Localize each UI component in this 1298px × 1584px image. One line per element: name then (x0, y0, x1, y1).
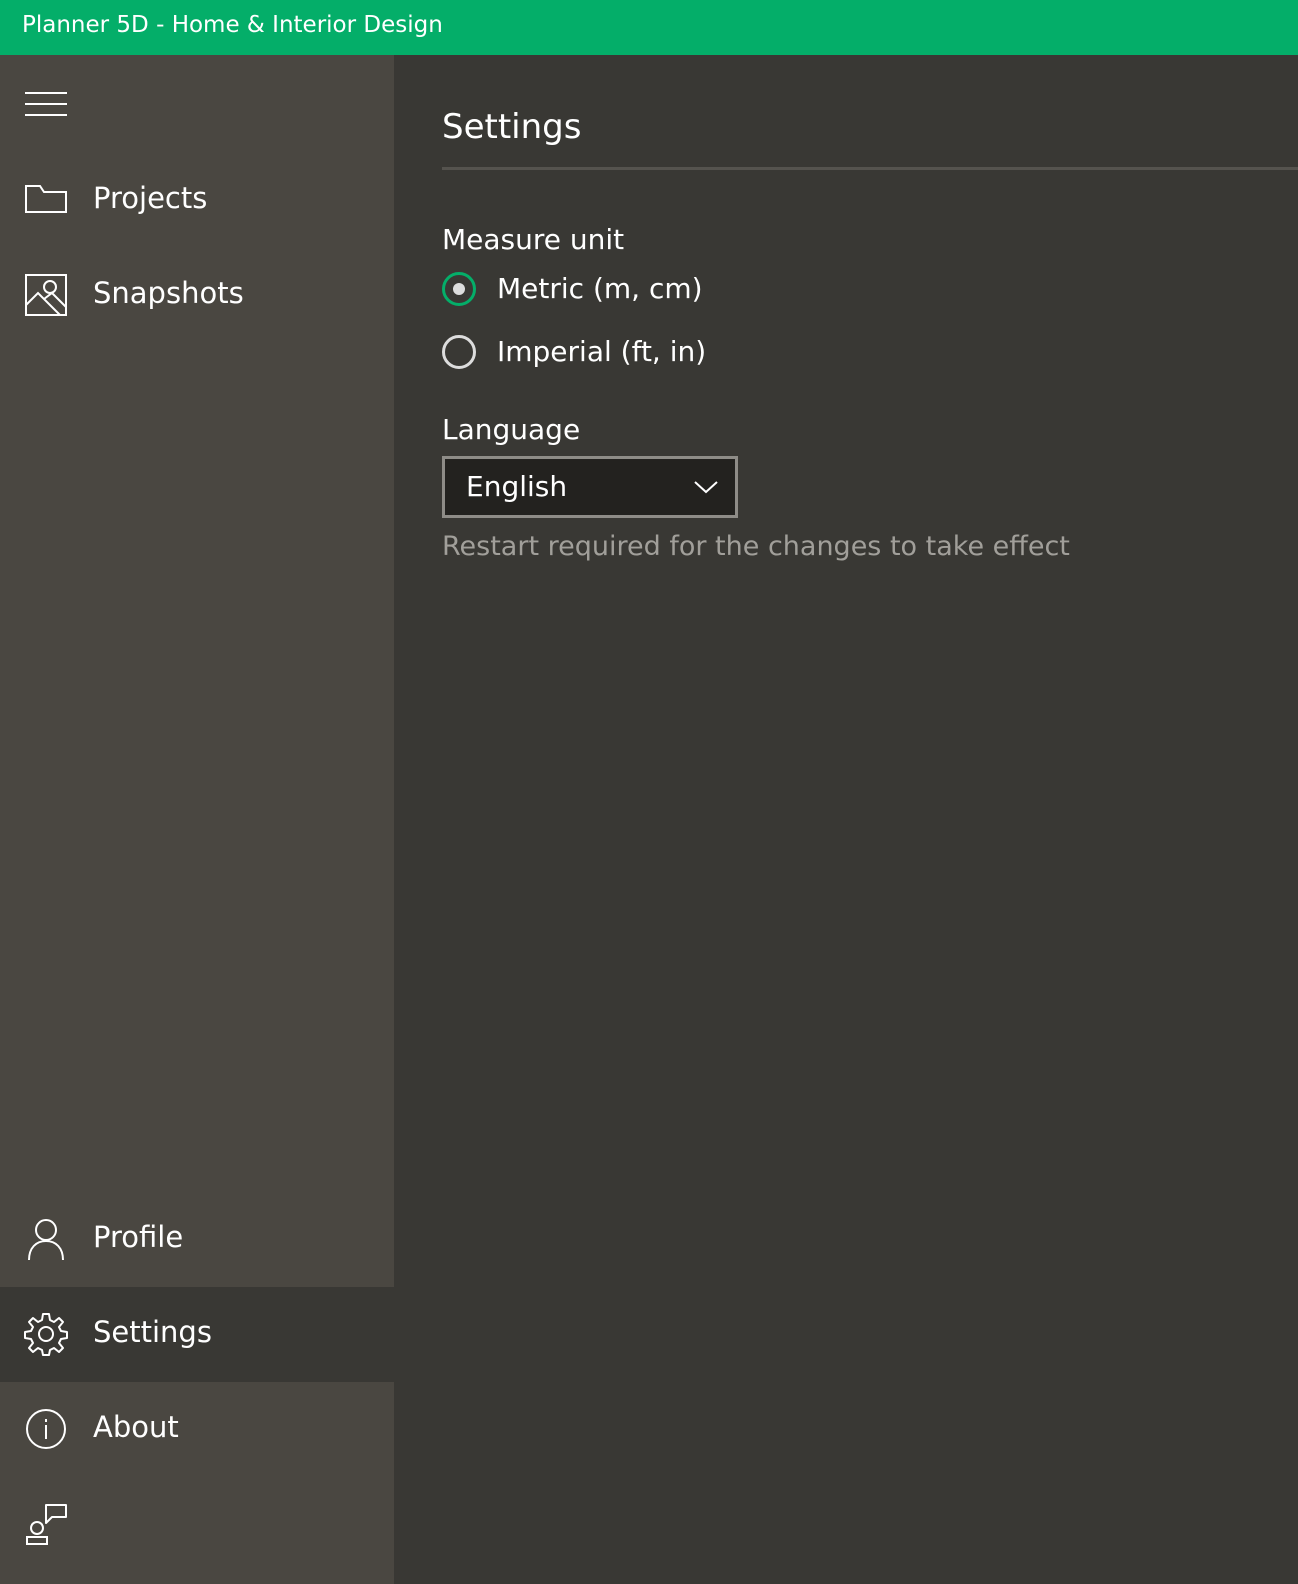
measure-unit-label: Measure unit (442, 223, 625, 256)
imperial-radio[interactable]: Imperial (ft, in) (442, 335, 822, 379)
picture-icon (24, 273, 68, 317)
sidebar-item-about[interactable]: About (0, 1382, 394, 1477)
title-bar: Planner 5D - Home & Interior Design (0, 0, 1298, 55)
sidebar-item-label: Snapshots (93, 276, 244, 310)
radio-label[interactable]: Metric (m, cm) (497, 272, 703, 305)
restart-hint: Restart required for the changes to take… (442, 531, 1070, 562)
sidebar-item-label: About (93, 1410, 179, 1444)
radio-circle[interactable] (442, 335, 476, 369)
settings-page: Settings Measure unit Metric (m, cm) Imp… (394, 55, 1298, 1584)
radio-label[interactable]: Imperial (ft, in) (497, 335, 706, 368)
radio-circle[interactable] (442, 272, 476, 306)
hamburger-icon[interactable] (25, 92, 67, 116)
sidebar-item-feedback[interactable] (0, 1477, 394, 1572)
sidebar-item-projects[interactable]: Projects (0, 153, 394, 248)
feedback-icon (24, 1502, 68, 1546)
sidebar-item-snapshots[interactable]: Snapshots (0, 248, 394, 343)
sidebar-item-label: Settings (93, 1315, 212, 1349)
metric-radio[interactable]: Metric (m, cm) (442, 272, 822, 316)
language-selected-value: English (466, 470, 568, 503)
window-title: Planner 5D - Home & Interior Design (22, 12, 443, 38)
sidebar-item-label: Profile (93, 1220, 184, 1254)
sidebar-item-settings[interactable]: Settings (0, 1287, 394, 1382)
person-icon (24, 1217, 68, 1261)
sidebar-item-profile[interactable]: Profile (0, 1192, 394, 1287)
gear-icon (24, 1312, 68, 1356)
info-icon (24, 1407, 68, 1451)
sidebar-item-label: Projects (93, 181, 208, 215)
title-divider (442, 167, 1298, 170)
language-label: Language (442, 413, 581, 446)
folder-icon (24, 178, 68, 222)
language-dropdown[interactable]: English (442, 456, 738, 518)
chevron-down-icon (693, 477, 719, 497)
page-title: Settings (442, 107, 582, 147)
